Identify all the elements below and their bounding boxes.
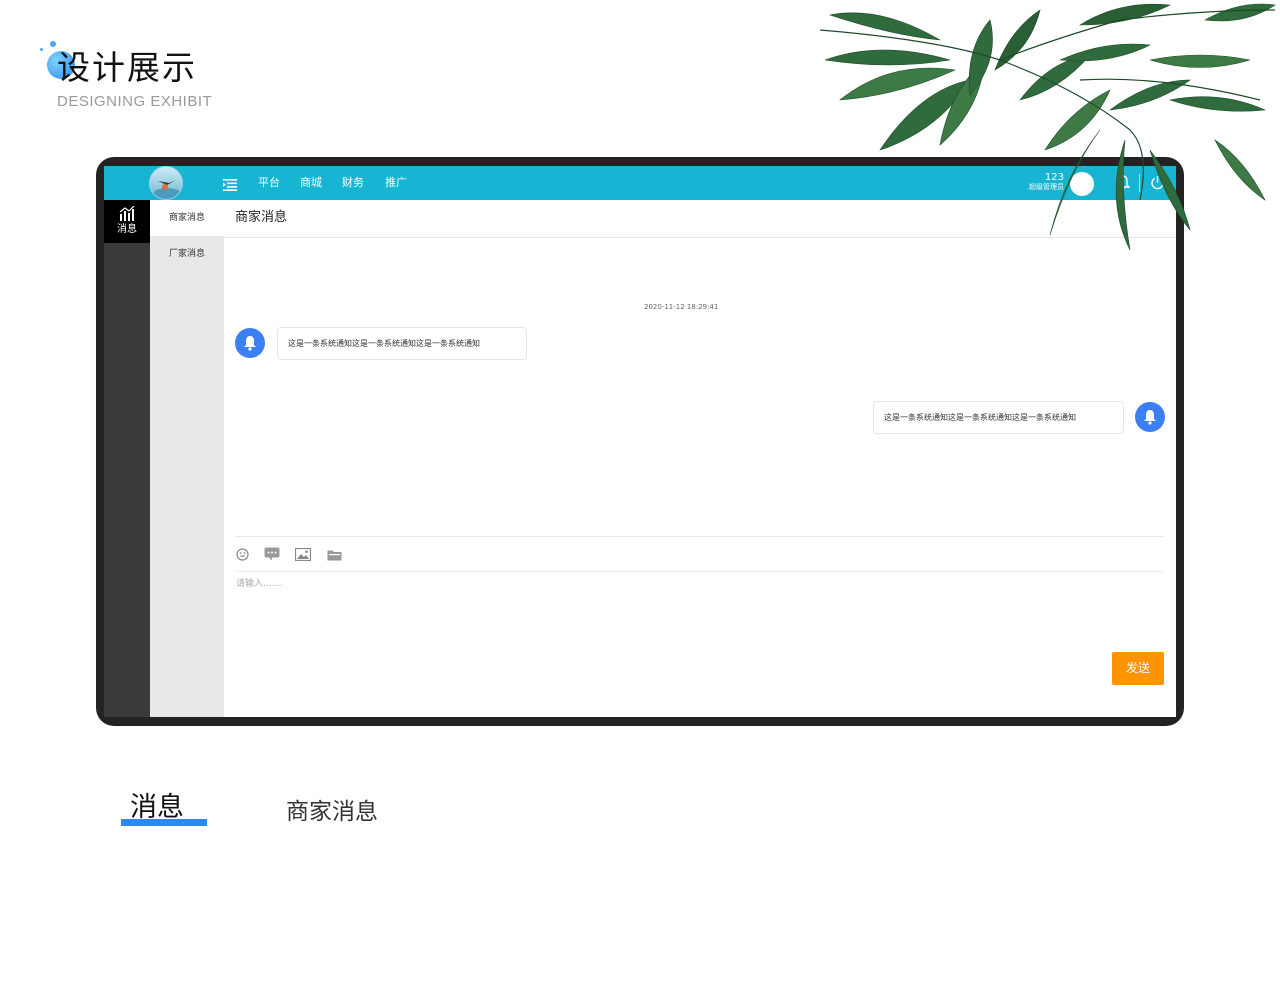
menu-icon[interactable]	[223, 176, 237, 191]
logo-avatar	[149, 166, 183, 200]
sidebar-item-messages[interactable]: 消息	[104, 200, 150, 243]
leaves-decoration	[820, 3, 1276, 251]
section-label: 消息	[130, 792, 184, 823]
message-bubble-left: 这是一条系统通知这是一条系统通知这是一条系统通知	[277, 327, 527, 360]
send-button[interactable]: 发送	[1112, 652, 1164, 685]
folder-icon[interactable]	[327, 546, 342, 565]
sidebar-item-merchant-messages[interactable]: 商家消息	[150, 200, 224, 236]
page-title: 设计展示	[57, 48, 197, 87]
secondary-sidebar: 商家消息 厂家消息	[150, 200, 224, 717]
message-bubble-right: 这是一条系统通知这是一条系统通知这是一条系统通知	[873, 401, 1124, 434]
nav-item-promotion[interactable]: 推广	[385, 176, 407, 190]
message-timestamp: 2020-11-12 18:29:41	[644, 303, 719, 311]
bell-icon	[1135, 402, 1165, 432]
message-input[interactable]: 请输入.......	[236, 578, 283, 590]
bell-icon	[235, 328, 265, 358]
composer-input-divider	[235, 571, 1164, 572]
page-subtitle: DESIGNING EXHIBIT	[57, 93, 213, 110]
primary-sidebar: 消息	[104, 200, 150, 717]
sidebar-item-manufacturer-messages[interactable]: 厂家消息	[150, 236, 224, 272]
nav-item-finance[interactable]: 财务	[342, 176, 364, 190]
composer-top-divider	[235, 536, 1164, 537]
subsection-label: 商家消息	[286, 799, 378, 825]
nav-item-mall[interactable]: 商城	[300, 176, 322, 190]
chat-icon[interactable]	[264, 546, 280, 565]
sidebar-item-label: 消息	[117, 224, 137, 235]
content-title: 商家消息	[235, 210, 288, 225]
image-icon[interactable]	[294, 546, 312, 565]
nav-item-platform[interactable]: 平台	[258, 176, 280, 190]
chart-icon	[119, 205, 135, 225]
emoji-icon[interactable]	[236, 546, 249, 565]
